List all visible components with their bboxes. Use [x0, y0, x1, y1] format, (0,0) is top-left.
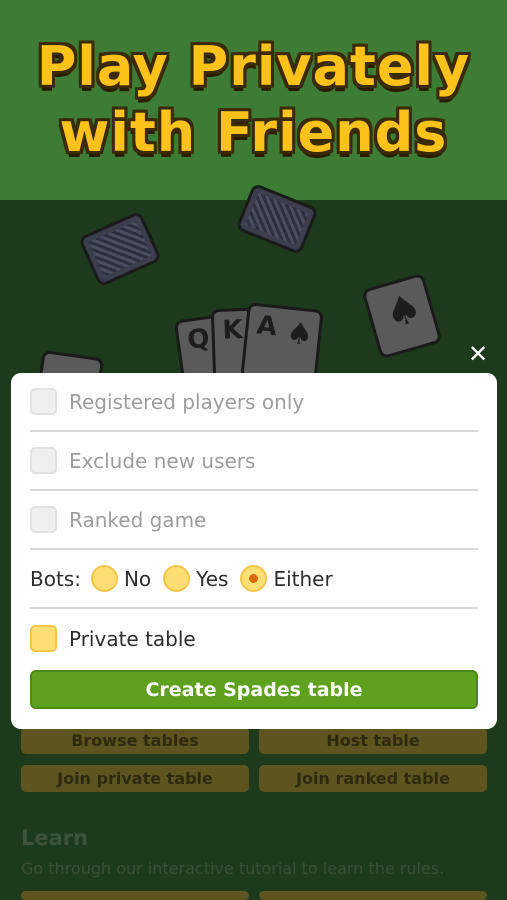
- checkbox[interactable]: [30, 506, 57, 533]
- learn-heading: Learn: [21, 826, 89, 850]
- bots-no-radio[interactable]: [90, 565, 118, 592]
- bots-yes-label[interactable]: Yes: [196, 567, 228, 591]
- checkbox[interactable]: [30, 388, 57, 415]
- create-spades-table-button[interactable]: Create Spades table: [30, 670, 478, 709]
- rules-button[interactable]: [259, 891, 487, 900]
- checkbox[interactable]: [30, 625, 57, 652]
- card-rank: A: [255, 310, 279, 343]
- bots-either-label[interactable]: Either: [273, 567, 332, 591]
- option-private-table[interactable]: Private table: [30, 609, 478, 668]
- banner-title-line2: with Friends: [59, 101, 448, 164]
- join-ranked-table-button[interactable]: Join ranked table: [259, 765, 487, 792]
- browse-tables-button[interactable]: Browse tables: [21, 727, 249, 754]
- bots-yes-radio[interactable]: [163, 565, 191, 592]
- host-table-button[interactable]: Host table: [259, 727, 487, 754]
- close-icon[interactable]: ✕: [464, 340, 492, 368]
- option-ranked-game[interactable]: Ranked game: [30, 491, 478, 550]
- spade-icon: ♠: [380, 284, 428, 339]
- bots-either-radio[interactable]: [240, 565, 268, 592]
- option-label: Private table: [69, 626, 196, 651]
- promo-banner: Play Privately with Friends: [0, 0, 507, 200]
- bots-selector: Bots: No Yes Either: [30, 550, 478, 609]
- create-table-dialog: Registered players only Exclude new user…: [11, 373, 497, 729]
- card-rank: Q: [185, 323, 212, 356]
- bots-label: Bots:: [30, 566, 81, 591]
- join-private-table-button[interactable]: Join private table: [21, 765, 249, 792]
- tutorial-button[interactable]: [21, 891, 249, 900]
- checkbox[interactable]: [30, 447, 57, 474]
- learn-description: Go through our interactive tutorial to l…: [21, 859, 445, 878]
- banner-title-line1: Play Privately: [36, 35, 471, 98]
- option-registered-only[interactable]: Registered players only: [30, 373, 478, 432]
- card-rank: K: [222, 315, 244, 346]
- option-label: Registered players only: [69, 389, 305, 414]
- bots-no-label[interactable]: No: [124, 567, 151, 591]
- option-label: Exclude new users: [69, 448, 256, 473]
- option-exclude-new-users[interactable]: Exclude new users: [30, 432, 478, 491]
- radio-selected-dot: [249, 574, 259, 583]
- option-label: Ranked game: [69, 507, 207, 532]
- spade-icon: ♠: [284, 315, 315, 354]
